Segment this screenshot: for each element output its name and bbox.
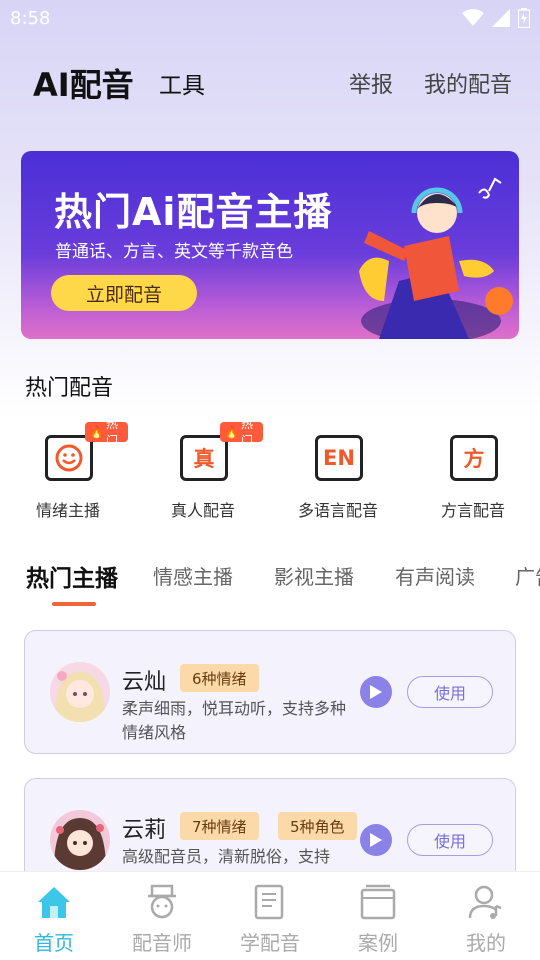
nav-label: 我的 (466, 931, 506, 955)
anchor-name: 云灿 (122, 670, 167, 695)
real-person-dubbing-item[interactable]: 真 🔥 热门 真人配音 (143, 417, 263, 520)
nav-label: 配音师 (132, 931, 192, 955)
my-dubbing-link[interactable]: 我的配音 (424, 67, 512, 99)
hot-badge: 🔥 热门 (85, 417, 128, 448)
anchor-category-tabs: 热门主播 情感主播 影视主播 有声阅读 广告 (0, 555, 540, 605)
use-anchor-button[interactable]: 使用 (407, 676, 493, 708)
emotion-anchor-item[interactable]: 🔥 热门 情绪主播 (8, 417, 128, 520)
nav-profile[interactable]: 我的 (432, 872, 540, 960)
voice-actor-icon (148, 884, 176, 919)
home-icon (38, 887, 70, 918)
tools-tab[interactable]: 工具 (159, 66, 205, 100)
quick-item-label: 多语言配音 (297, 501, 378, 520)
role-tag: 5种角色 (278, 812, 357, 840)
play-icon (370, 833, 382, 847)
hot-badge: 🔥 热门 (220, 417, 263, 448)
singer-illustration (359, 177, 513, 339)
fire-icon: 🔥 (224, 425, 239, 439)
nav-voice-actors[interactable]: 配音师 (108, 872, 216, 960)
banner-title: 热门Ai配音主播 (54, 190, 333, 234)
play-sample-button[interactable] (360, 824, 392, 856)
quick-item-label: 方言配音 (440, 501, 505, 520)
emotion-tag: 7种情绪 (180, 812, 259, 840)
hot-dubbing-title: 热门配音 (25, 376, 114, 401)
profile-icon (468, 885, 502, 919)
nav-learn[interactable]: 学配音 (216, 872, 324, 960)
play-sample-button[interactable] (360, 676, 392, 708)
quick-item-label: 情绪主播 (35, 501, 100, 520)
promo-banner[interactable]: 热门Ai配音主播 普通话、方言、英文等千款音色 立即配音 (21, 151, 519, 339)
anchor-card[interactable]: 云灿 6种情绪 柔声细雨，悦耳动听，支持多种情绪风格 使用 (24, 630, 516, 754)
signal-icon (492, 9, 510, 27)
status-icons (462, 8, 530, 28)
book-icon (254, 884, 284, 920)
anchor-name: 云莉 (122, 818, 167, 843)
nav-label: 首页 (34, 931, 74, 955)
status-time: 8:58 (10, 7, 51, 29)
hot-dubbing-grid: 🔥 热门 情绪主播 真 🔥 热门 真人配音 EN 多语言配音 方 方言配音 (0, 417, 540, 530)
wifi-icon (462, 9, 484, 26)
dialect-dubbing-item[interactable]: 方 方言配音 (413, 420, 533, 520)
anchor-description: 柔声细雨，悦耳动听，支持多种情绪风格 (122, 699, 347, 742)
fang-icon: 方 (450, 435, 498, 481)
bottom-navigation: 首页 配音师 学配音 案例 我的 (0, 871, 540, 960)
tab-film-anchors[interactable]: 影视主播 (274, 561, 354, 590)
nav-home[interactable]: 首页 (0, 872, 108, 960)
nav-label: 学配音 (240, 931, 300, 955)
multilingual-dubbing-item[interactable]: EN 多语言配音 (278, 420, 398, 520)
emotion-tag: 6种情绪 (180, 664, 259, 692)
battery-icon (518, 8, 530, 28)
nav-label: 案例 (358, 931, 398, 955)
en-icon: EN (315, 435, 363, 481)
use-anchor-button[interactable]: 使用 (407, 824, 493, 856)
banner-subtitle: 普通话、方言、英文等千款音色 (55, 242, 293, 262)
report-link[interactable]: 举报 (349, 67, 393, 99)
tab-hot-anchors[interactable]: 热门主播 (26, 559, 118, 593)
app-title: AI配音 (33, 66, 134, 104)
dub-now-button[interactable]: 立即配音 (51, 275, 197, 311)
tab-emotion-anchors[interactable]: 情感主播 (153, 561, 233, 590)
avatar (50, 810, 110, 870)
quick-item-label: 真人配音 (170, 501, 235, 520)
top-header: AI配音 工具 举报 我的配音 (0, 55, 540, 111)
anchor-description: 高级配音员，清新脱俗，支持 (122, 847, 331, 866)
tab-audiobook[interactable]: 有声阅读 (395, 561, 475, 590)
nav-cases[interactable]: 案例 (324, 872, 432, 960)
active-tab-indicator (52, 602, 96, 606)
fire-icon: 🔥 (89, 425, 104, 439)
cases-icon (360, 884, 396, 920)
smiley-icon (45, 435, 93, 481)
avatar (50, 662, 110, 722)
tab-ads[interactable]: 广告 (515, 561, 540, 590)
status-bar: 8:58 (0, 0, 540, 36)
play-icon (370, 685, 382, 699)
zhen-icon: 真 (180, 435, 228, 481)
